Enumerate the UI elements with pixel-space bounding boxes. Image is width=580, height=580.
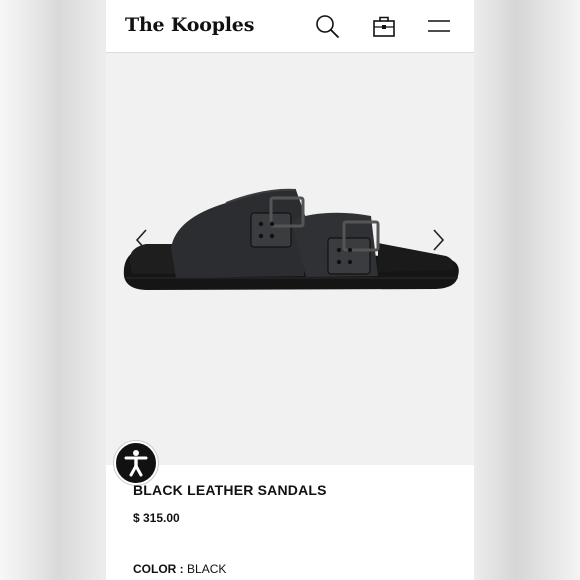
accessibility-icon[interactable] [114, 441, 158, 485]
brand-logo[interactable]: The Kooples [125, 14, 254, 36]
site-header: The Kooples [106, 0, 474, 53]
product-image-gallery[interactable] [106, 53, 474, 465]
phone-screen: The Kooples BLACK LEATHER SANDALS $ 315.… [106, 0, 474, 580]
shopping-bag-icon[interactable] [371, 13, 397, 39]
search-icon[interactable] [314, 13, 340, 39]
menu-icon[interactable] [426, 13, 452, 39]
color-label: COLOR : [133, 562, 184, 576]
product-price: $ 315.00 [133, 511, 180, 525]
color-value: BLACK [187, 562, 227, 576]
product-title: BLACK LEATHER SANDALS [133, 482, 327, 498]
color-row: COLOR : BLACK [133, 562, 226, 576]
product-image [123, 188, 459, 290]
background-right [474, 0, 580, 580]
chevron-left-icon[interactable] [134, 228, 150, 252]
background-left [0, 0, 106, 580]
chevron-right-icon[interactable] [430, 228, 446, 252]
